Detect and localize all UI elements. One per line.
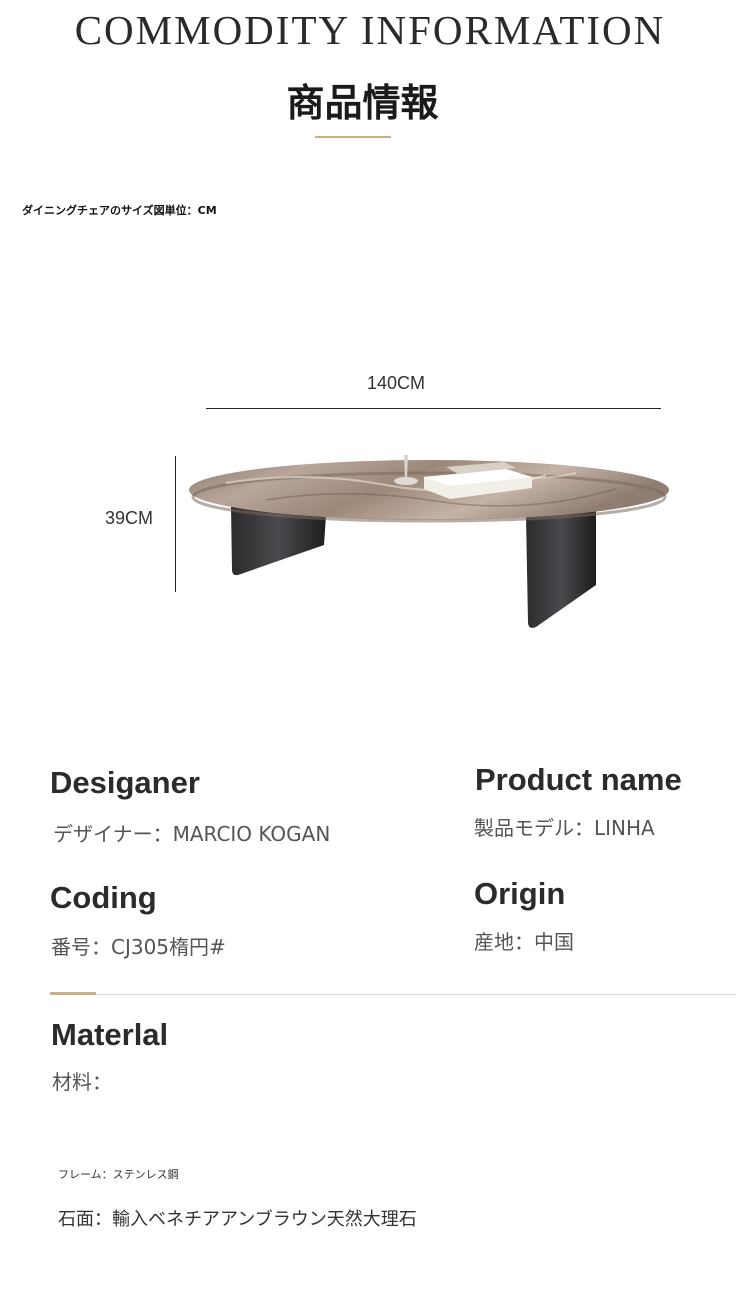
coding-value: 番号：CJ305楕円# — [51, 935, 226, 959]
frame-material-text: フレーム：ステンレス鋼 — [58, 1168, 179, 1181]
product-name-value: 製品モデル：LINHA — [474, 816, 655, 840]
height-dimension-line — [175, 456, 176, 592]
title-underline — [315, 136, 391, 138]
page-title-english: COMMODITY INFORMATION — [74, 7, 666, 53]
width-dimension-line — [206, 408, 661, 409]
top-material-text: 石面：輸入ベネチアアンブラウン天然大理石 — [58, 1209, 417, 1230]
coding-heading: Coding — [50, 880, 157, 915]
size-caption: ダイニングチェアのサイズ図単位：CM — [22, 204, 217, 217]
coffee-table-image — [189, 455, 669, 628]
origin-value: 産地：中国 — [474, 930, 574, 954]
table-leg-right — [526, 511, 596, 628]
designer-heading: Desiganer — [50, 765, 200, 800]
material-label: 材料： — [52, 1070, 112, 1094]
designer-value: デザイナー：MARCIO KOGAN — [53, 822, 331, 846]
page-title-japanese: 商品情報 — [286, 81, 439, 125]
section-divider-accent — [50, 992, 96, 995]
width-dimension-label: 140CM — [367, 373, 426, 393]
height-dimension-label: 39CM — [105, 508, 154, 528]
origin-heading: Origin — [474, 876, 566, 911]
product-name-heading: Product name — [475, 762, 682, 797]
material-heading: Materlal — [51, 1017, 169, 1052]
section-divider — [96, 994, 736, 995]
